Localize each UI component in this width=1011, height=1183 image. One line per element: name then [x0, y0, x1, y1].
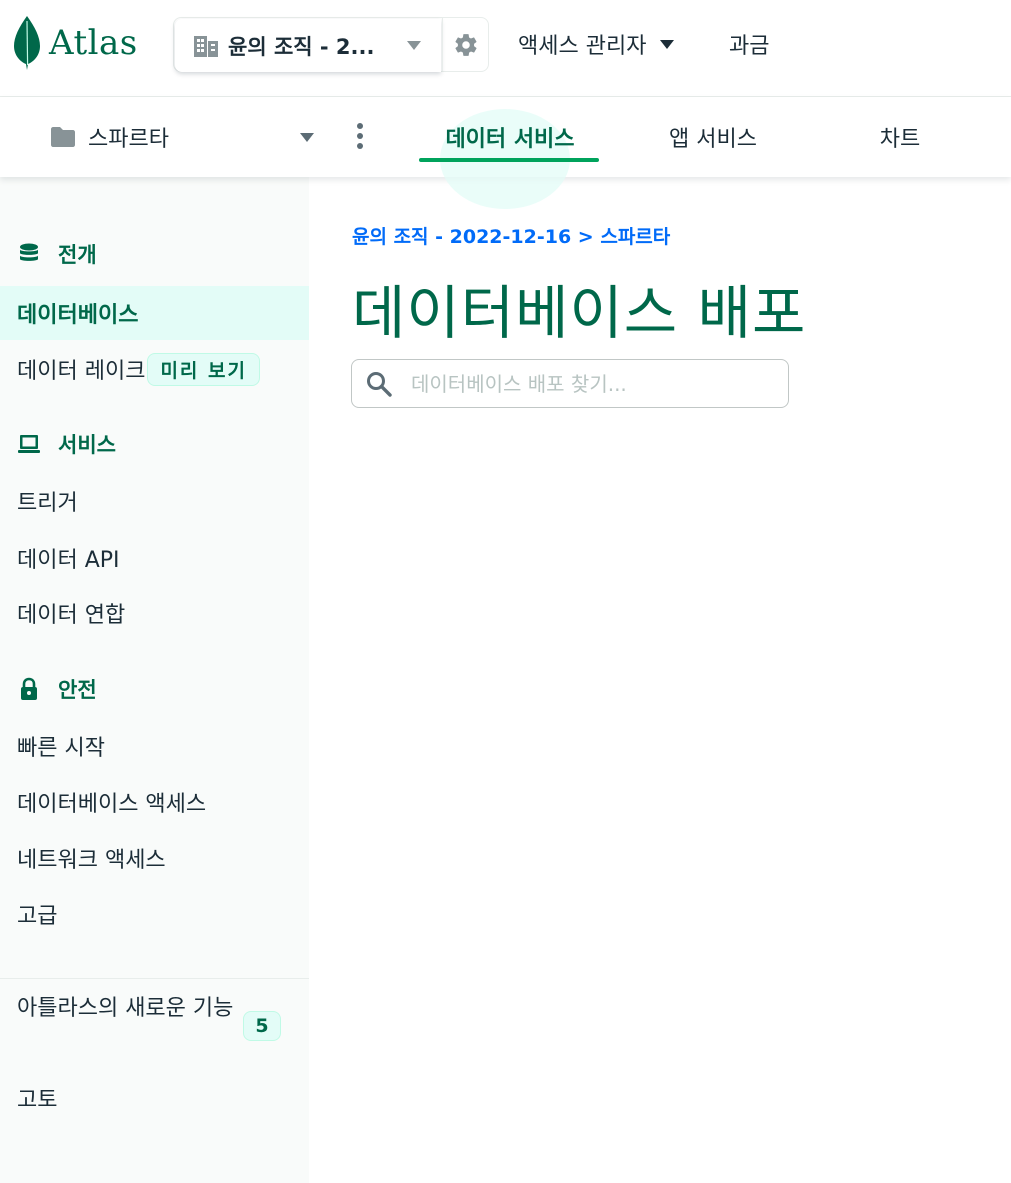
breadcrumb[interactable]: 윤의 조직 - 2022-12-16 > 스파르타	[352, 222, 670, 249]
section-label: 전개	[58, 243, 97, 267]
sidebar-item-data-api[interactable]: 데이터 API	[0, 531, 309, 585]
project-name: 스파르타	[88, 127, 169, 152]
access-manager-label: 액세스 관리자	[518, 34, 647, 59]
sidebar-item-label: 데이터 연합	[17, 603, 126, 628]
sidebar-item-label: 데이터 API	[17, 548, 120, 573]
sidebar-item-label: 고토	[17, 1088, 58, 1113]
search-icon	[367, 371, 392, 397]
sidebar-item-network-access[interactable]: 네트워크 액세스	[0, 831, 309, 885]
sidebar-item-feedback[interactable]: 고토	[0, 1071, 309, 1125]
sidebar-item-database-access[interactable]: 데이터베이스 액세스	[0, 775, 309, 829]
tab-charts[interactable]: 차트	[830, 121, 970, 153]
sidebar-item-databases[interactable]: 데이터베이스	[0, 286, 309, 340]
caret-down-icon	[300, 133, 314, 142]
active-tab-underline	[419, 158, 599, 162]
organization-name: 윤의 조직 - 2...	[228, 34, 375, 59]
sidebar-item-label: 빠른 시작	[17, 736, 105, 761]
sidebar-divider	[0, 978, 309, 979]
project-navigation-bar: 스파르타 데이터 서비스 앱 서비스 차트	[0, 97, 1011, 209]
folder-icon	[51, 127, 75, 147]
building-icon	[194, 35, 218, 57]
page-title: 데이터베이스 배포	[352, 279, 807, 347]
database-icon	[20, 243, 38, 261]
sidebar: 전개 데이터베이스 데이터 레이크 미리 보기 서비스 트리거 데이터 API …	[0, 177, 309, 1183]
laptop-icon	[18, 435, 40, 453]
billing-link[interactable]: 과금	[729, 28, 769, 60]
section-deployment: 전개	[17, 239, 97, 269]
project-more-options-icon[interactable]	[352, 123, 368, 151]
organization-select[interactable]: 윤의 조직 - 2...	[175, 19, 441, 72]
top-navigation-bar: Atlas 윤의 조직 - 2... 액세스 관리자 과금	[0, 0, 1011, 97]
caret-down-icon	[660, 39, 675, 49]
sidebar-item-advanced[interactable]: 고급	[0, 887, 309, 941]
section-label: 안전	[58, 678, 97, 702]
access-manager-menu[interactable]: 액세스 관리자	[518, 28, 675, 60]
sidebar-item-data-lake[interactable]: 데이터 레이크 미리 보기	[0, 342, 309, 396]
preview-badge: 미리 보기	[147, 352, 260, 386]
tab-app-services[interactable]: 앱 서비스	[618, 121, 808, 153]
sidebar-item-label: 데이터베이스	[17, 303, 139, 328]
caret-down-icon	[407, 41, 421, 50]
organization-switcher: 윤의 조직 - 2...	[173, 17, 489, 72]
section-label: 서비스	[58, 433, 116, 457]
sidebar-item-label: 고급	[17, 904, 58, 929]
logo-text: Atlas	[49, 23, 138, 63]
project-select[interactable]: 스파르타	[50, 119, 318, 155]
whats-new-count-badge: 5	[243, 1011, 281, 1041]
atlas-logo[interactable]: Atlas	[12, 14, 138, 72]
organization-settings-button[interactable]	[442, 18, 489, 71]
lock-icon	[21, 677, 37, 700]
search-input[interactable]	[411, 371, 771, 396]
sidebar-item-label: 데이터 레이크	[17, 359, 146, 384]
sidebar-item-whats-new[interactable]: 아틀라스의 새로운 기능	[17, 991, 257, 1027]
sidebar-item-triggers[interactable]: 트리거	[0, 474, 309, 528]
sidebar-item-quick-start[interactable]: 빠른 시작	[0, 719, 309, 773]
tab-data-services[interactable]: 데이터 서비스	[420, 121, 600, 153]
sidebar-item-label: 네트워크 액세스	[17, 848, 166, 873]
gear-icon	[455, 33, 477, 56]
sidebar-item-label: 데이터베이스 액세스	[17, 792, 207, 817]
deployment-search[interactable]	[351, 359, 789, 408]
mongodb-leaf-icon	[14, 16, 40, 70]
sidebar-item-label: 트리거	[17, 491, 78, 516]
section-security: 안전	[17, 674, 97, 704]
sidebar-item-data-federation[interactable]: 데이터 연합	[0, 586, 309, 640]
section-services: 서비스	[17, 429, 116, 459]
